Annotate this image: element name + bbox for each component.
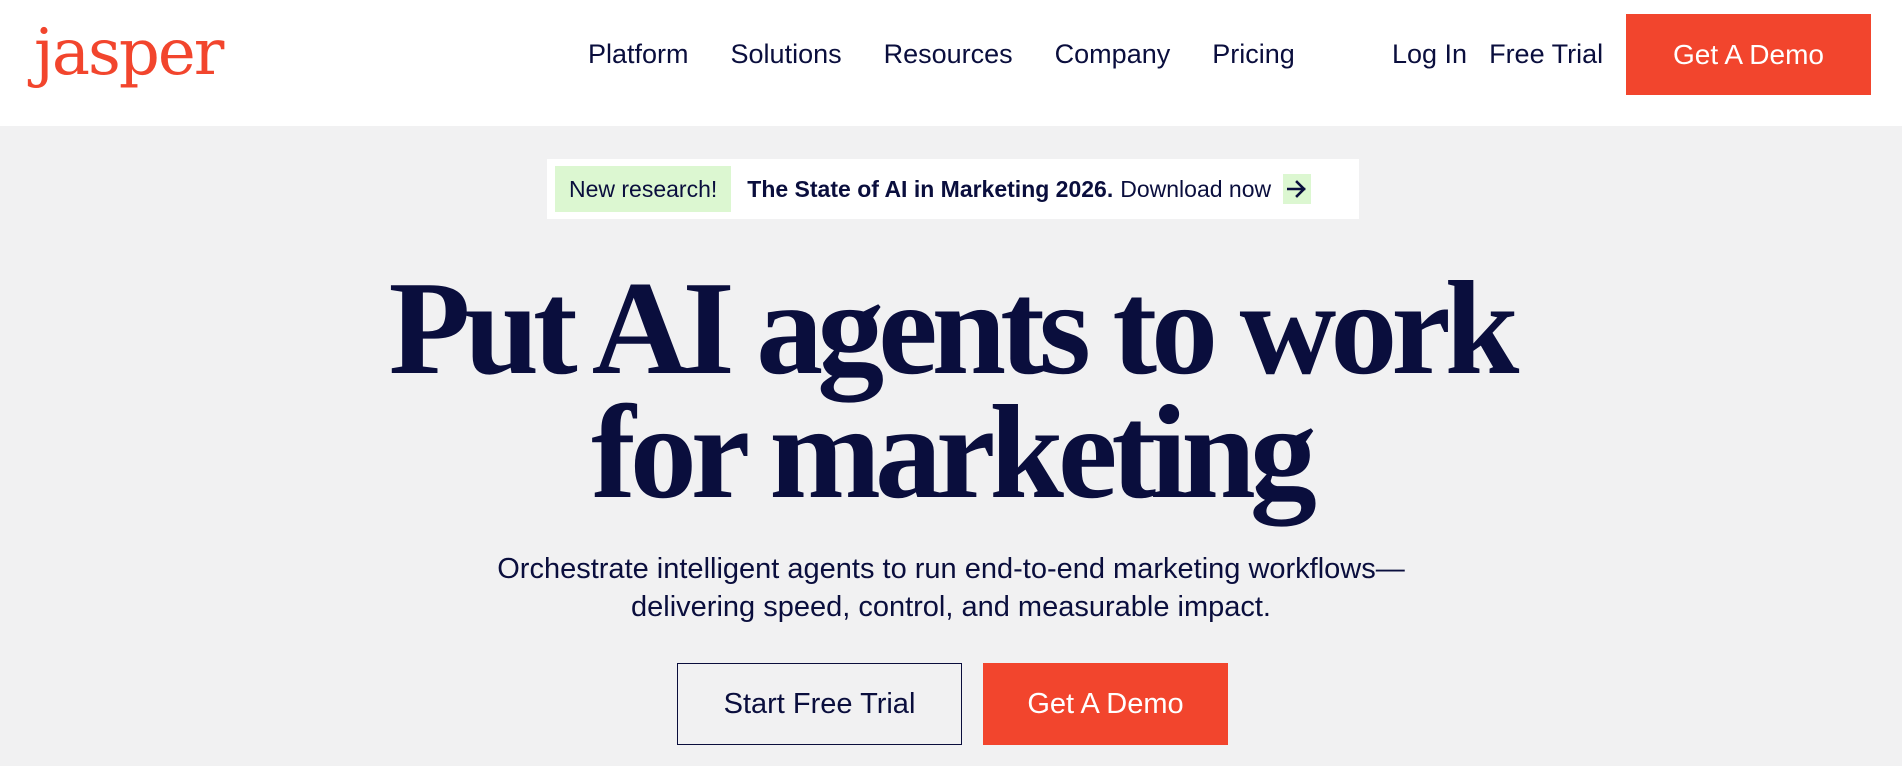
hero-cta-row: Start Free Trial Get A Demo [0,663,1902,745]
site-header: jasper Platform Solutions Resources Comp… [0,0,1902,126]
free-trial-link[interactable]: Free Trial [1489,36,1603,72]
hero-headline: Put AI agents to work for marketing [0,254,1902,526]
hero-subheading: Orchestrate intelligent agents to run en… [0,550,1902,626]
nav-item-platform[interactable]: Platform [588,36,689,72]
hero-get-demo-button[interactable]: Get A Demo [983,663,1228,745]
hero-headline-line2: for marketing [591,378,1317,526]
nav-item-resources[interactable]: Resources [884,36,1013,72]
announcement-banner[interactable]: New research! The State of AI in Marketi… [547,159,1359,219]
banner-tag: New research! [555,166,732,212]
page: jasper Platform Solutions Resources Comp… [0,0,1902,766]
login-link[interactable]: Log In [1392,36,1467,72]
nav-item-company[interactable]: Company [1055,36,1171,72]
jasper-logo[interactable]: jasper [34,8,224,98]
account-nav: Log In Free Trial [1392,36,1603,72]
banner-download-link[interactable]: Download now [1120,176,1271,203]
hero-subheading-line1: Orchestrate intelligent agents to run en… [497,553,1405,585]
banner-title: The State of AI in Marketing 2026. [747,175,1114,202]
nav-item-solutions[interactable]: Solutions [731,36,842,72]
nav-item-pricing[interactable]: Pricing [1212,36,1295,72]
main-nav: Platform Solutions Resources Company Pri… [588,36,1295,72]
hero-headline-line1: Put AI agents to work [388,254,1520,402]
arrow-right-icon-svg [1287,180,1306,198]
start-free-trial-button[interactable]: Start Free Trial [677,663,962,745]
arrow-right-icon[interactable] [1283,174,1312,204]
hero-subheading-line2: delivering speed, control, and measurabl… [631,591,1271,623]
header-get-demo-button[interactable]: Get A Demo [1626,14,1871,95]
